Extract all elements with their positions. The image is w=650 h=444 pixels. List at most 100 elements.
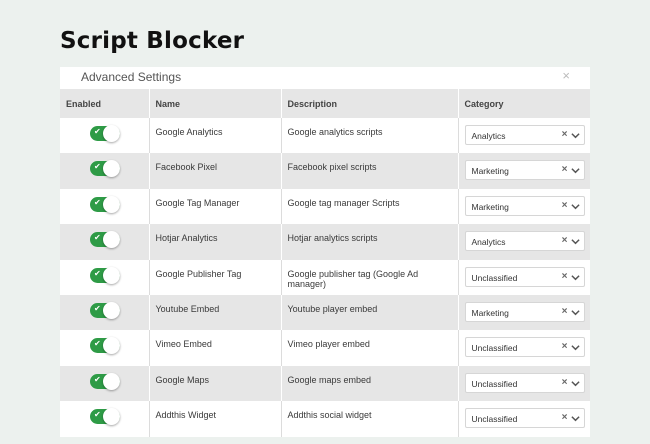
- clear-icon[interactable]: ×: [562, 412, 568, 423]
- category-cell: Unclassified ×: [458, 260, 590, 295]
- toggle-knob: [103, 160, 120, 178]
- category-select[interactable]: Analytics ×: [464, 231, 585, 252]
- enabled-cell: ✔: [60, 118, 150, 154]
- table-header-row: Enabled Name Description Category: [60, 89, 590, 118]
- name-cell: Google Maps: [149, 365, 282, 402]
- script-name: Google Publisher Tag: [155, 268, 242, 279]
- toggle-knob: [103, 195, 120, 213]
- chevron-down-icon[interactable]: [570, 308, 580, 317]
- check-icon: ✔: [94, 162, 101, 172]
- clear-icon[interactable]: ×: [562, 235, 568, 246]
- enabled-toggle[interactable]: ✔: [90, 195, 120, 213]
- check-icon: ✔: [94, 233, 101, 243]
- category-value: Marketing: [471, 201, 509, 212]
- close-icon[interactable]: ×: [562, 68, 570, 83]
- enabled-cell: ✔: [60, 188, 150, 225]
- script-description: Vimeo player embed: [287, 339, 370, 350]
- enabled-cell: ✔: [60, 365, 150, 402]
- script-description: Google publisher tag (Google Ad manager): [287, 268, 419, 289]
- chevron-down-icon[interactable]: [570, 237, 580, 246]
- table-row: ✔ Google Maps Google maps embed Unclassifie…: [60, 365, 590, 402]
- clear-icon[interactable]: ×: [562, 377, 568, 388]
- category-select[interactable]: Unclassified ×: [464, 266, 585, 287]
- name-cell: Youtube Embed: [149, 294, 282, 331]
- table-row: ✔ Hotjar Analytics Hotjar analytics script…: [60, 224, 590, 260]
- enabled-cell: ✔: [60, 224, 150, 260]
- header-name: Name: [149, 89, 282, 118]
- clear-icon[interactable]: ×: [562, 200, 568, 211]
- toggle-knob: [103, 125, 120, 142]
- category-value: Analytics: [471, 237, 506, 248]
- category-cell: Marketing ×: [458, 294, 590, 331]
- toggle-knob: [103, 408, 120, 426]
- table-row: ✔ Facebook Pixel Facebook pixel scripts Mar…: [60, 153, 590, 189]
- check-icon: ✔: [94, 374, 101, 384]
- enabled-toggle[interactable]: ✔: [90, 372, 120, 390]
- table-row: ✔ Google Tag Manager Google tag manager Sc…: [60, 188, 590, 225]
- clear-icon[interactable]: ×: [562, 164, 568, 175]
- enabled-cell: ✔: [60, 330, 150, 366]
- script-description: Google maps embed: [287, 374, 372, 385]
- check-icon: ✔: [94, 268, 101, 278]
- toggle-knob: [103, 337, 120, 355]
- description-cell: Google publisher tag (Google Ad manager): [281, 259, 459, 295]
- description-cell: Vimeo player embed: [281, 330, 459, 366]
- table-row: ✔ Youtube Embed Youtube player embed Market…: [60, 294, 590, 331]
- category-select[interactable]: Unclassified ×: [464, 408, 585, 429]
- toggle-knob: [103, 372, 120, 390]
- category-cell: Marketing ×: [458, 189, 590, 224]
- clear-icon[interactable]: ×: [562, 341, 568, 352]
- script-name: Facebook Pixel: [155, 162, 218, 173]
- toggle-knob: [103, 231, 120, 249]
- script-name: Google Tag Manager: [155, 197, 240, 208]
- category-cell: Unclassified ×: [458, 401, 590, 436]
- category-select[interactable]: Marketing ×: [464, 301, 585, 322]
- chevron-down-icon[interactable]: [570, 202, 580, 211]
- check-icon: ✔: [94, 197, 101, 207]
- enabled-toggle[interactable]: ✔: [90, 266, 120, 284]
- enabled-toggle[interactable]: ✔: [90, 125, 120, 142]
- chevron-down-icon[interactable]: [570, 343, 580, 352]
- description-cell: Google analytics scripts: [281, 118, 459, 154]
- chevron-down-icon[interactable]: [570, 273, 580, 282]
- category-select[interactable]: Unclassified ×: [464, 372, 585, 393]
- toggle-knob: [103, 266, 120, 284]
- script-name: Addthis Widget: [155, 410, 217, 421]
- page-title: Script Blocker: [60, 28, 245, 54]
- script-description: Google analytics scripts: [287, 127, 383, 137]
- chevron-down-icon[interactable]: [570, 414, 580, 423]
- enabled-toggle[interactable]: ✔: [90, 408, 120, 426]
- check-icon: ✔: [94, 410, 101, 420]
- script-name: Hotjar Analytics: [155, 233, 218, 244]
- enabled-cell: ✔: [60, 401, 150, 437]
- category-select[interactable]: Unclassified ×: [464, 337, 585, 358]
- script-name: Google Analytics: [155, 127, 223, 137]
- check-icon: ✔: [94, 303, 101, 313]
- enabled-cell: ✔: [60, 259, 150, 295]
- category-select[interactable]: Analytics ×: [464, 125, 585, 145]
- clear-icon[interactable]: ×: [562, 129, 568, 140]
- enabled-cell: ✔: [60, 294, 150, 331]
- check-icon: ✔: [94, 339, 101, 349]
- category-cell: Marketing ×: [458, 153, 590, 189]
- script-description: Facebook pixel scripts: [287, 162, 377, 173]
- category-select[interactable]: Marketing ×: [464, 195, 585, 216]
- enabled-toggle[interactable]: ✔: [90, 160, 120, 178]
- clear-icon[interactable]: ×: [562, 306, 568, 317]
- chevron-down-icon[interactable]: [570, 131, 580, 140]
- enabled-toggle[interactable]: ✔: [90, 301, 120, 319]
- enabled-toggle[interactable]: ✔: [90, 337, 120, 355]
- name-cell: Vimeo Embed: [149, 330, 282, 366]
- name-cell: Facebook Pixel: [149, 153, 282, 189]
- enabled-toggle[interactable]: ✔: [90, 231, 120, 249]
- category-select[interactable]: Marketing ×: [464, 160, 585, 181]
- category-cell: Analytics ×: [458, 224, 590, 260]
- chevron-down-icon[interactable]: [570, 379, 580, 388]
- script-description: Youtube player embed: [287, 303, 378, 314]
- clear-icon[interactable]: ×: [562, 271, 568, 282]
- table-row: ✔ Vimeo Embed Vimeo player embed Unclassifi…: [60, 330, 590, 366]
- chevron-down-icon[interactable]: [570, 166, 580, 175]
- name-cell: Hotjar Analytics: [149, 224, 282, 260]
- script-name: Google Maps: [155, 374, 210, 385]
- name-cell: Addthis Widget: [149, 401, 282, 437]
